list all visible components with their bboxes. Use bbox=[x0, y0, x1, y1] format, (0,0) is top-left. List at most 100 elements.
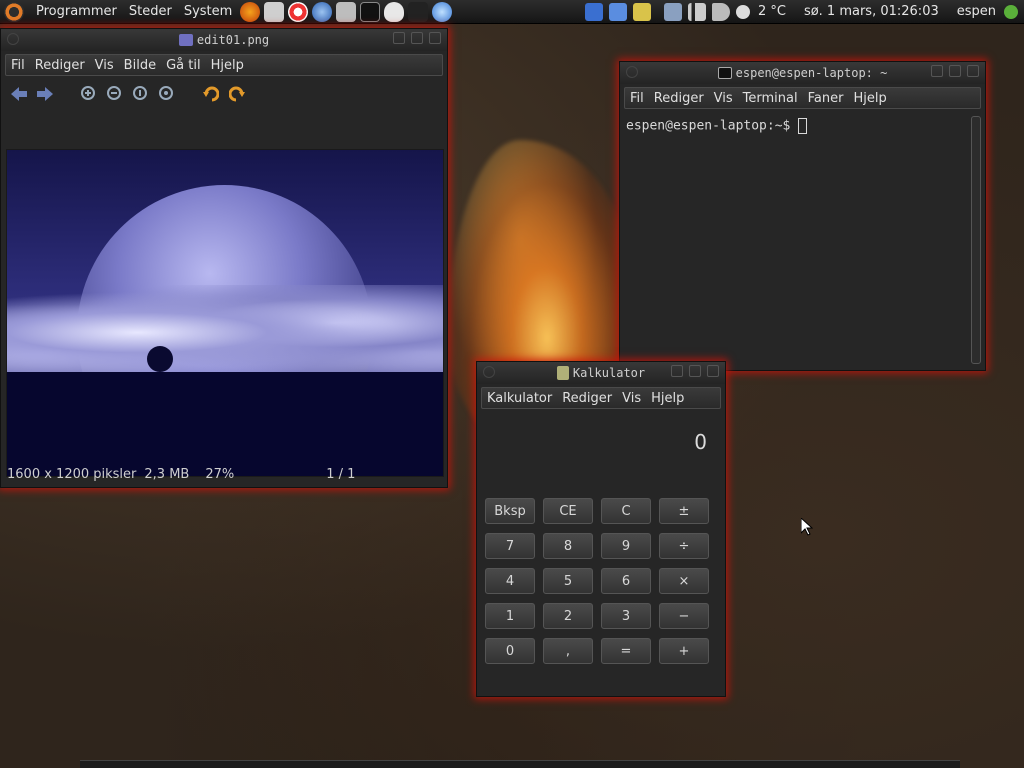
terminal-output[interactable]: espen@espen-laptop:~$ bbox=[624, 114, 969, 366]
firefox-icon[interactable] bbox=[240, 1, 261, 22]
key-plus-minus[interactable]: ± bbox=[659, 498, 709, 524]
forward-arrow-icon[interactable] bbox=[35, 84, 55, 104]
terminal-titlebar[interactable]: espen@espen-laptop: ~ bbox=[620, 62, 985, 84]
key-0[interactable]: 0 bbox=[485, 638, 535, 664]
key-3[interactable]: 3 bbox=[601, 603, 651, 629]
image-viewer-window: edit01.png Fil Rediger Vis Bilde Gå til … bbox=[0, 28, 448, 488]
terminal-menubar: Fil Rediger Vis Terminal Faner Hjelp bbox=[624, 87, 981, 109]
terminal-menu-faner[interactable]: Faner bbox=[803, 91, 849, 106]
rotate-right-icon[interactable] bbox=[227, 84, 247, 104]
rotate-left-icon[interactable] bbox=[201, 84, 221, 104]
image-page-count: 1 / 1 bbox=[326, 466, 356, 482]
top-panel: Programmer Steder System 2 °C sø. 1 mars… bbox=[0, 0, 1024, 24]
signal-icon[interactable] bbox=[687, 2, 706, 21]
viewer-menu-rediger[interactable]: Rediger bbox=[30, 58, 90, 73]
minimize-button[interactable] bbox=[671, 365, 683, 377]
viewer-menu-vis[interactable]: Vis bbox=[90, 58, 119, 73]
menu-system[interactable]: System bbox=[178, 0, 238, 24]
compass-icon[interactable] bbox=[432, 1, 453, 22]
image-canvas[interactable] bbox=[6, 149, 444, 477]
menu-programmer[interactable]: Programmer bbox=[30, 0, 123, 24]
terminal-menu-terminal[interactable]: Terminal bbox=[738, 91, 803, 106]
calc-menu-kalkulator[interactable]: Kalkulator bbox=[482, 391, 557, 406]
calculator-display: 0 bbox=[694, 430, 707, 454]
maximize-button[interactable] bbox=[689, 365, 701, 377]
maximize-button[interactable] bbox=[411, 32, 423, 44]
maximize-button[interactable] bbox=[949, 65, 961, 77]
close-button[interactable] bbox=[429, 32, 441, 44]
terminal-scrollbar[interactable] bbox=[971, 116, 981, 364]
key-5[interactable]: 5 bbox=[543, 568, 593, 594]
calc-menu-vis[interactable]: Vis bbox=[617, 391, 646, 406]
terminal-menu-fil[interactable]: Fil bbox=[625, 91, 649, 106]
bottom-panel bbox=[80, 760, 960, 768]
temperature[interactable]: 2 °C bbox=[753, 4, 791, 19]
mail-icon[interactable] bbox=[264, 1, 285, 22]
display-tray-icon[interactable] bbox=[663, 2, 682, 21]
minimize-button[interactable] bbox=[393, 32, 405, 44]
terminal-menu-vis[interactable]: Vis bbox=[709, 91, 738, 106]
key-1[interactable]: 1 bbox=[485, 603, 535, 629]
key-4[interactable]: 4 bbox=[485, 568, 535, 594]
ubuntu-logo-icon[interactable] bbox=[4, 1, 24, 22]
viewer-menu-fil[interactable]: Fil bbox=[6, 58, 30, 73]
folder-tray-icon[interactable] bbox=[584, 2, 603, 21]
minimize-button[interactable] bbox=[931, 65, 943, 77]
key-backspace[interactable]: Bksp bbox=[485, 498, 535, 524]
key-clear[interactable]: C bbox=[601, 498, 651, 524]
steam-icon[interactable] bbox=[408, 1, 429, 22]
terminal-menu-hjelp[interactable]: Hjelp bbox=[848, 91, 891, 106]
image-dimensions: 1600 x 1200 piksler bbox=[7, 466, 137, 482]
quit-icon[interactable] bbox=[1004, 4, 1018, 19]
key-equals[interactable]: = bbox=[601, 638, 651, 664]
key-divide[interactable]: ÷ bbox=[659, 533, 709, 559]
terminal-icon bbox=[717, 67, 732, 79]
close-button[interactable] bbox=[707, 365, 719, 377]
clock[interactable]: sø. 1 mars, 01:26:03 bbox=[799, 4, 944, 19]
key-add[interactable]: + bbox=[659, 638, 709, 664]
user-name[interactable]: espen bbox=[952, 4, 1001, 19]
key-9[interactable]: 9 bbox=[601, 533, 651, 559]
image-clouds bbox=[7, 285, 443, 380]
camera-icon[interactable] bbox=[336, 1, 357, 22]
zoom-out-icon[interactable] bbox=[105, 84, 125, 104]
calculator-window: Kalkulator Kalkulator Rediger Vis Hjelp … bbox=[476, 361, 726, 697]
terminal-launcher-icon[interactable] bbox=[360, 1, 381, 22]
key-decimal[interactable]: , bbox=[543, 638, 593, 664]
terminal-menu-rediger[interactable]: Rediger bbox=[649, 91, 709, 106]
pin-icon[interactable] bbox=[7, 33, 19, 45]
pin-icon[interactable] bbox=[483, 366, 495, 378]
lock-icon[interactable] bbox=[632, 2, 651, 21]
key-7[interactable]: 7 bbox=[485, 533, 535, 559]
key-multiply[interactable]: × bbox=[659, 568, 709, 594]
viewer-statusbar: 1600 x 1200 piksler 2,3 MB 27% 1 / 1 bbox=[1, 461, 447, 487]
weather-icon[interactable] bbox=[735, 4, 750, 19]
help-icon[interactable] bbox=[288, 1, 309, 22]
calc-menu-rediger[interactable]: Rediger bbox=[557, 391, 617, 406]
screenshot-tray-icon[interactable] bbox=[608, 2, 627, 21]
key-2[interactable]: 2 bbox=[543, 603, 593, 629]
volume-icon[interactable] bbox=[711, 2, 730, 21]
calculator-menubar: Kalkulator Rediger Vis Hjelp bbox=[481, 387, 721, 409]
zoom-normal-icon[interactable] bbox=[131, 84, 151, 104]
viewer-menu-hjelp[interactable]: Hjelp bbox=[206, 58, 249, 73]
viewer-menu-ga-til[interactable]: Gå til bbox=[161, 58, 206, 73]
zoom-in-icon[interactable] bbox=[79, 84, 99, 104]
image-filesize: 2,3 MB bbox=[144, 466, 190, 482]
key-clear-entry[interactable]: CE bbox=[543, 498, 593, 524]
viewer-menu-bilde[interactable]: Bilde bbox=[119, 58, 161, 73]
viewer-titlebar[interactable]: edit01.png bbox=[1, 29, 447, 51]
network-browser-icon[interactable] bbox=[312, 1, 333, 22]
key-subtract[interactable]: − bbox=[659, 603, 709, 629]
alien-icon[interactable] bbox=[384, 1, 405, 22]
image-zoom: 27% bbox=[205, 466, 235, 482]
pin-icon[interactable] bbox=[626, 66, 638, 78]
menu-steder[interactable]: Steder bbox=[123, 0, 178, 24]
key-6[interactable]: 6 bbox=[601, 568, 651, 594]
back-arrow-icon[interactable] bbox=[9, 84, 29, 104]
zoom-fit-icon[interactable] bbox=[157, 84, 177, 104]
close-button[interactable] bbox=[967, 65, 979, 77]
key-8[interactable]: 8 bbox=[543, 533, 593, 559]
calc-menu-hjelp[interactable]: Hjelp bbox=[646, 391, 689, 406]
calculator-titlebar[interactable]: Kalkulator bbox=[477, 362, 725, 384]
